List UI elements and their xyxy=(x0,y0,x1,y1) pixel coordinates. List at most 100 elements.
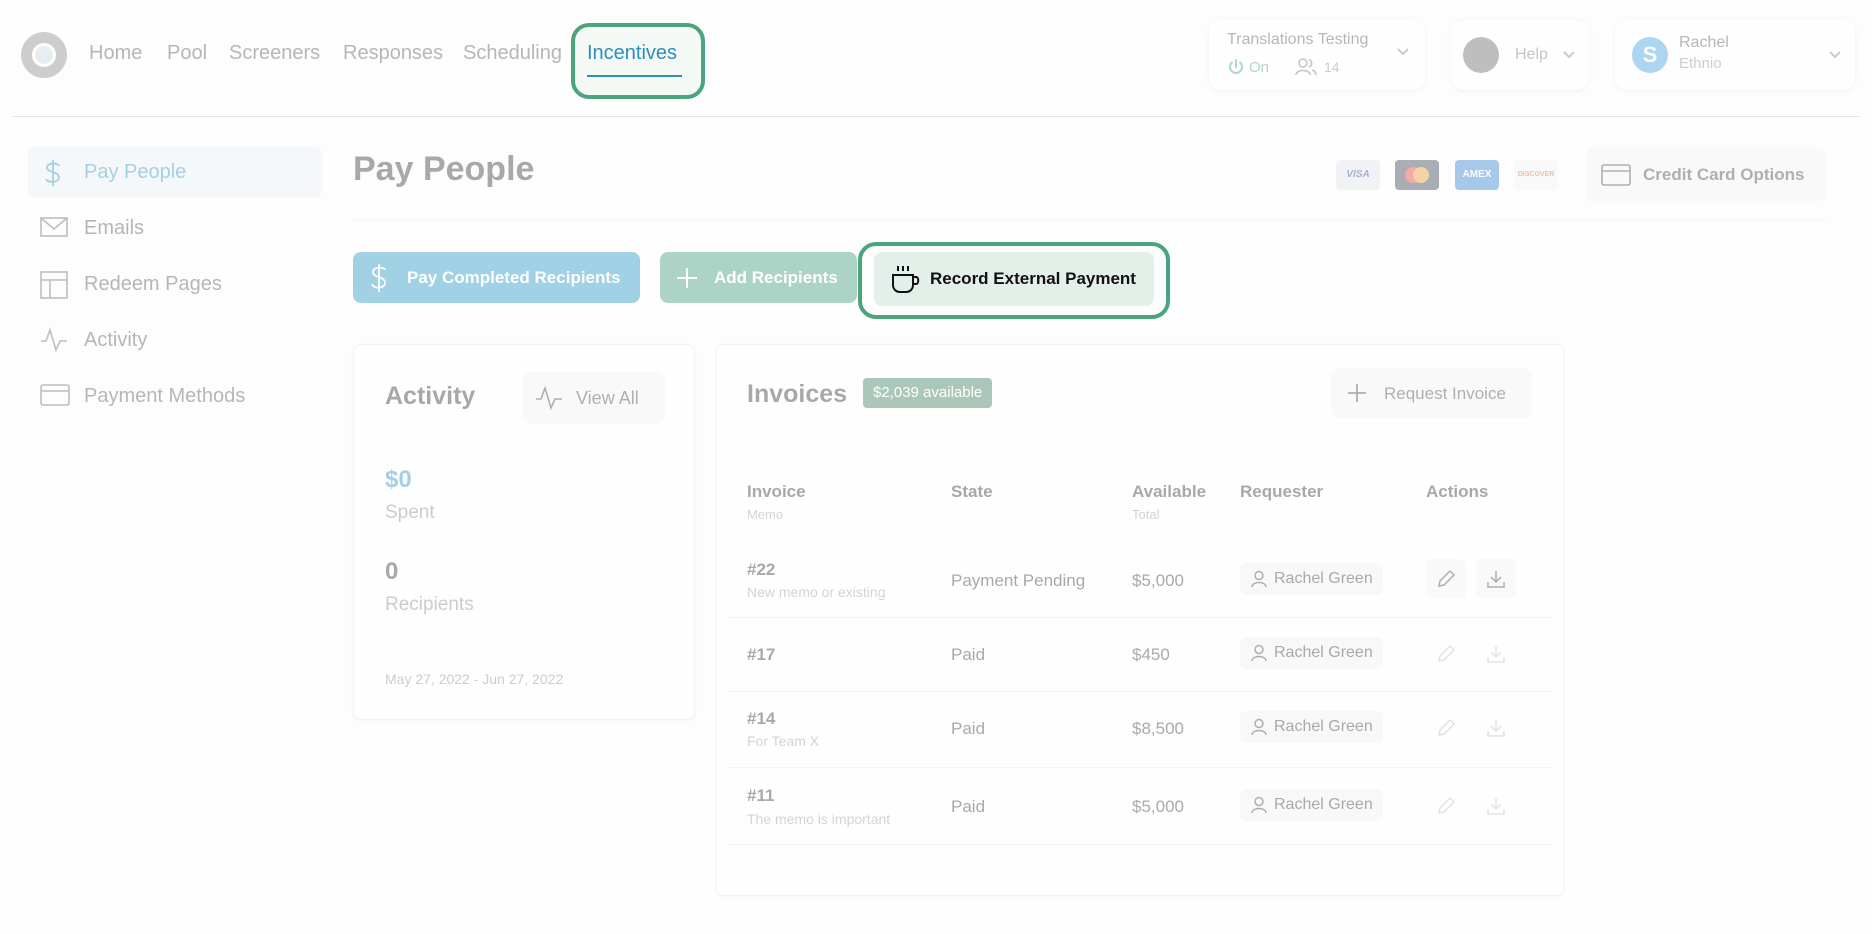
power-icon xyxy=(1227,58,1245,76)
edit-invoice-button xyxy=(1426,786,1466,826)
chevron-down-icon xyxy=(1829,51,1841,59)
edit-invoice-button xyxy=(1426,634,1466,674)
help-avatar-icon xyxy=(1463,37,1499,73)
app-logo[interactable] xyxy=(21,32,67,78)
project-member-count: 14 xyxy=(1324,59,1340,75)
user-menu[interactable]: S Rachel Ethnio xyxy=(1615,20,1855,90)
header-divider xyxy=(12,116,1860,117)
pay-completed-label: Pay Completed Recipients xyxy=(407,268,621,287)
row-divider xyxy=(726,767,1552,768)
nav-scheduling[interactable]: Scheduling xyxy=(463,42,562,65)
available-badge: $2,039 available xyxy=(863,378,993,408)
sidebar-item-label: Emails xyxy=(84,217,145,239)
requester-name: Rachel Green xyxy=(1274,570,1373,587)
chevron-down-icon xyxy=(1563,51,1575,59)
invoice-number[interactable]: #14 xyxy=(747,709,775,729)
view-all-button[interactable]: View All xyxy=(523,372,665,424)
pulse-icon xyxy=(535,384,563,412)
nav-screeners[interactable]: Screeners xyxy=(229,42,320,65)
credit-card-options-button[interactable]: Credit Card Options xyxy=(1585,148,1826,201)
user-icon xyxy=(1250,718,1268,736)
invoice-state: Paid xyxy=(951,719,986,738)
date-range: May 27, 2022 - Jun 27, 2022 xyxy=(385,671,564,687)
sidebar-item-emails[interactable]: Emails xyxy=(28,203,322,253)
requester-name: Rachel Green xyxy=(1274,796,1373,813)
requester-chip: Rachel Green xyxy=(1240,711,1383,743)
download-invoice-button xyxy=(1476,634,1516,674)
invoice-amount: $5,000 xyxy=(1132,571,1184,590)
sidebar-item-pay-people[interactable]: Pay People xyxy=(28,147,322,197)
recipients-label: Recipients xyxy=(385,594,474,615)
edit-invoice-button xyxy=(1426,708,1466,748)
dollar-icon xyxy=(40,159,66,187)
invoice-number[interactable]: #11 xyxy=(747,786,774,806)
col-header-actions: Actions xyxy=(1426,482,1489,501)
envelope-icon xyxy=(40,215,68,239)
sidebar-item-payment-methods[interactable]: Payment Methods xyxy=(28,371,322,421)
help-menu[interactable]: Help xyxy=(1451,20,1589,90)
project-name: Translations Testing xyxy=(1227,31,1369,48)
invoice-amount: $450 xyxy=(1132,645,1170,664)
col-subheader-memo: Memo xyxy=(747,507,784,522)
title-divider xyxy=(353,220,1827,221)
requester-name: Rachel Green xyxy=(1274,644,1373,661)
view-all-label: View All xyxy=(576,388,639,408)
spent-value: $0 xyxy=(385,466,412,493)
download-invoice-button[interactable] xyxy=(1476,559,1516,599)
project-switcher[interactable]: Translations Testing On 14 xyxy=(1209,20,1425,90)
user-icon xyxy=(1250,644,1268,662)
invoice-amount: $8,500 xyxy=(1132,719,1184,738)
add-recipients-label: Add Recipients xyxy=(714,268,838,287)
invoices-title: Invoices xyxy=(747,380,848,408)
nav-incentives[interactable]: Incentives xyxy=(587,42,677,65)
user-org: Ethnio xyxy=(1679,55,1722,72)
activity-title: Activity xyxy=(385,382,476,410)
user-icon xyxy=(1250,570,1268,588)
requester-chip: Rachel Green xyxy=(1240,637,1383,669)
row-divider xyxy=(726,691,1552,692)
download-invoice-button xyxy=(1476,786,1516,826)
user-name: Rachel xyxy=(1679,34,1729,51)
invoice-memo: The memo is important xyxy=(747,811,891,827)
mastercard-logo xyxy=(1395,160,1439,190)
user-icon xyxy=(1250,796,1268,814)
sidebar-item-label: Payment Methods xyxy=(84,385,246,407)
plus-icon xyxy=(1347,383,1367,403)
nav-responses[interactable]: Responses xyxy=(343,42,443,65)
users-icon xyxy=(1295,57,1317,77)
record-external-payment-button[interactable]: Record External Payment xyxy=(874,252,1154,306)
col-header-requester: Requester xyxy=(1240,482,1324,501)
nav-pool[interactable]: Pool xyxy=(167,42,207,65)
edit-invoice-button[interactable] xyxy=(1426,559,1466,599)
invoice-state: Payment Pending xyxy=(951,571,1086,590)
invoice-number[interactable]: #22 xyxy=(747,560,775,580)
top-navigation: Home Pool Screeners Responses Scheduling… xyxy=(0,0,1872,116)
invoice-state: Paid xyxy=(951,797,986,816)
recipients-value: 0 xyxy=(385,558,399,585)
pay-completed-recipients-button[interactable]: Pay Completed Recipients xyxy=(353,252,640,303)
add-recipients-button[interactable]: Add Recipients xyxy=(660,252,857,303)
col-header-state: State xyxy=(951,482,993,501)
coffee-cup-icon xyxy=(890,264,922,294)
request-invoice-button[interactable]: Request Invoice xyxy=(1331,368,1532,418)
spent-label: Spent xyxy=(385,502,435,523)
download-invoice-button xyxy=(1476,708,1516,748)
avatar: S xyxy=(1632,37,1668,73)
sidebar-item-label: Activity xyxy=(84,329,148,351)
invoice-amount: $5,000 xyxy=(1132,797,1184,816)
row-divider xyxy=(726,844,1552,845)
sidebar-item-redeem-pages[interactable]: Redeem Pages xyxy=(28,259,322,309)
activity-card: Activity View All $0 Spent 0 Recipients … xyxy=(353,344,695,720)
sidebar-item-activity[interactable]: Activity xyxy=(28,315,322,365)
help-label: Help xyxy=(1515,46,1548,63)
record-external-label: Record External Payment xyxy=(930,269,1136,288)
nav-home[interactable]: Home xyxy=(89,42,142,65)
invoice-number[interactable]: #17 xyxy=(747,645,775,665)
pulse-icon xyxy=(40,327,68,353)
requester-name: Rachel Green xyxy=(1274,718,1373,735)
credit-card-options-label: Credit Card Options xyxy=(1643,165,1805,184)
requester-chip: Rachel Green xyxy=(1240,789,1383,821)
layout-icon xyxy=(40,271,68,299)
project-status: On xyxy=(1249,59,1270,76)
amex-logo: AMEX xyxy=(1455,160,1499,190)
